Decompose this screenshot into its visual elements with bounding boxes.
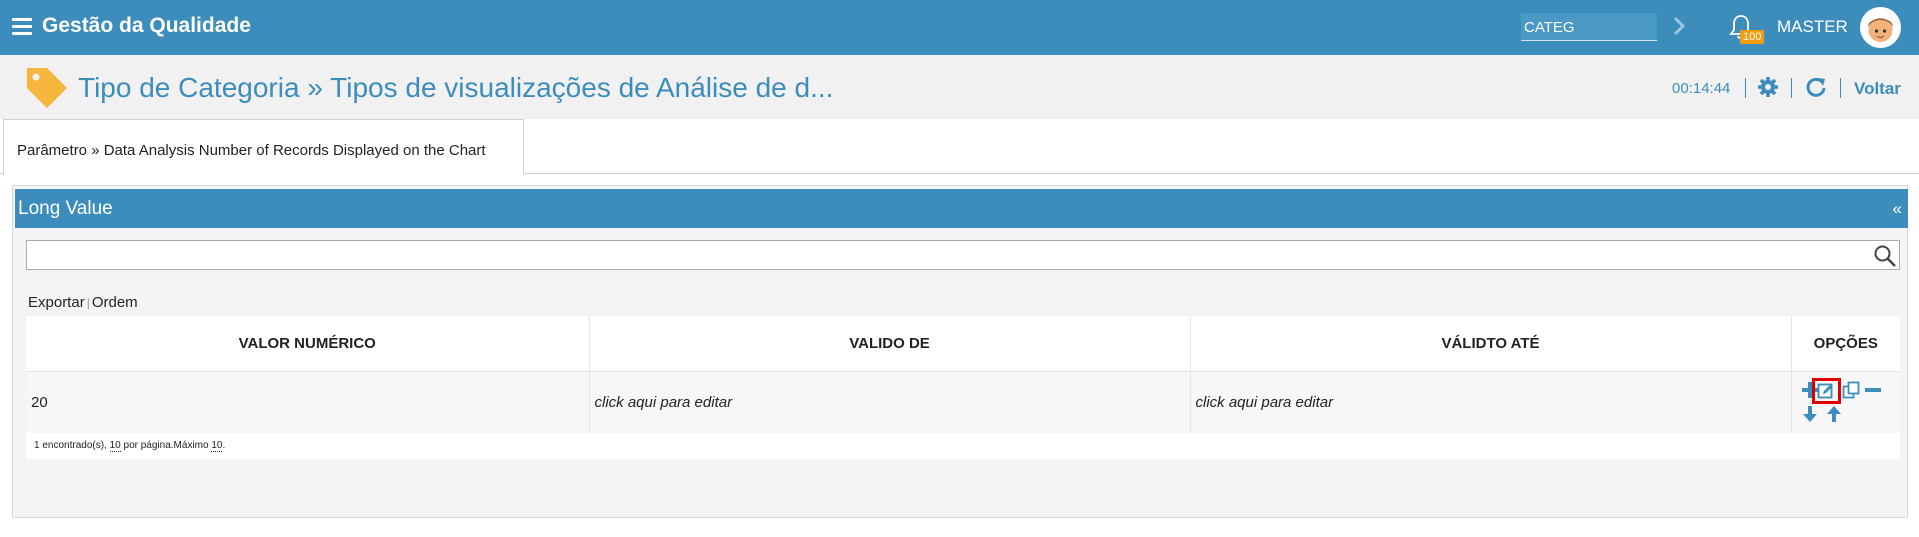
app-title[interactable]: Gestão da Qualidade	[42, 14, 251, 38]
panel-header: Long Value «	[15, 189, 1908, 228]
column-header[interactable]: VÁLIDTO ATÉ	[1190, 316, 1792, 372]
paging-found: 1 encontrado(s),	[34, 440, 110, 451]
tab-parameter[interactable]: Parâmetro » Data Analysis Number of Reco…	[3, 119, 524, 175]
chevron-right-icon[interactable]	[1672, 15, 1686, 37]
arrow-down-icon[interactable]	[1801, 405, 1819, 423]
arrow-up-icon[interactable]	[1825, 405, 1843, 423]
paging-text: por página.Máximo	[120, 440, 212, 451]
column-header: OPÇÕES	[1791, 316, 1900, 372]
column-header[interactable]: VALIDO DE	[589, 316, 1191, 372]
menu-icon[interactable]	[12, 18, 32, 36]
edit-icon[interactable]	[1817, 382, 1835, 400]
search-icon[interactable]	[1873, 244, 1897, 268]
session-timer: 00:14:44	[1672, 80, 1731, 97]
copy-icon[interactable]	[1842, 381, 1860, 399]
user-name[interactable]: MASTER	[1777, 17, 1848, 37]
back-link[interactable]: Voltar	[1854, 79, 1901, 99]
collapse-button[interactable]: «	[1893, 199, 1902, 219]
cell-value[interactable]: 20	[26, 371, 590, 433]
separator	[1791, 78, 1792, 98]
paging-info: 1 encontrado(s), 10 por página.Máximo 10…	[34, 440, 226, 452]
filter-input[interactable]	[26, 240, 1900, 270]
tag-icon	[27, 68, 67, 108]
panel-title: Long Value	[18, 198, 113, 219]
row-options	[1792, 372, 1901, 433]
column-header[interactable]: VALOR NUMÉRICO	[26, 316, 590, 372]
separator	[1745, 78, 1746, 98]
top-bar: Gestão da Qualidade CATEG 100 MASTER	[0, 0, 1919, 55]
cell-valid-from[interactable]: click aqui para editar	[589, 371, 1191, 433]
table-actions: Exportar | Ordem	[28, 294, 138, 311]
paging-end: .	[222, 440, 226, 451]
table-row: 20 click aqui para editar click aqui par…	[26, 371, 1900, 433]
page-title: Tipo de Categoria » Tipos de visualizaçõ…	[78, 72, 834, 103]
page-header: Tipo de Categoria » Tipos de visualizaçõ…	[0, 55, 1919, 119]
cell-valid-to[interactable]: click aqui para editar	[1190, 371, 1792, 433]
gear-icon[interactable]	[1757, 76, 1779, 98]
max-select[interactable]: 10	[211, 440, 223, 452]
avatar[interactable]	[1860, 7, 1901, 48]
separator	[1840, 78, 1841, 98]
per-page-select[interactable]: 10	[109, 440, 121, 452]
order-link[interactable]: Ordem	[92, 294, 138, 311]
minus-icon[interactable]	[1864, 381, 1882, 399]
global-search-input[interactable]: CATEG	[1521, 13, 1657, 41]
tab-strip: Parâmetro » Data Analysis Number of Reco…	[0, 119, 1919, 175]
notification-badge: 100	[1740, 30, 1765, 44]
refresh-icon[interactable]	[1805, 76, 1827, 98]
data-table: VALOR NUMÉRICO VALIDO DE VÁLIDTO ATÉ OPÇ…	[26, 316, 1900, 459]
export-link[interactable]: Exportar	[28, 294, 85, 311]
separator: |	[86, 296, 90, 310]
